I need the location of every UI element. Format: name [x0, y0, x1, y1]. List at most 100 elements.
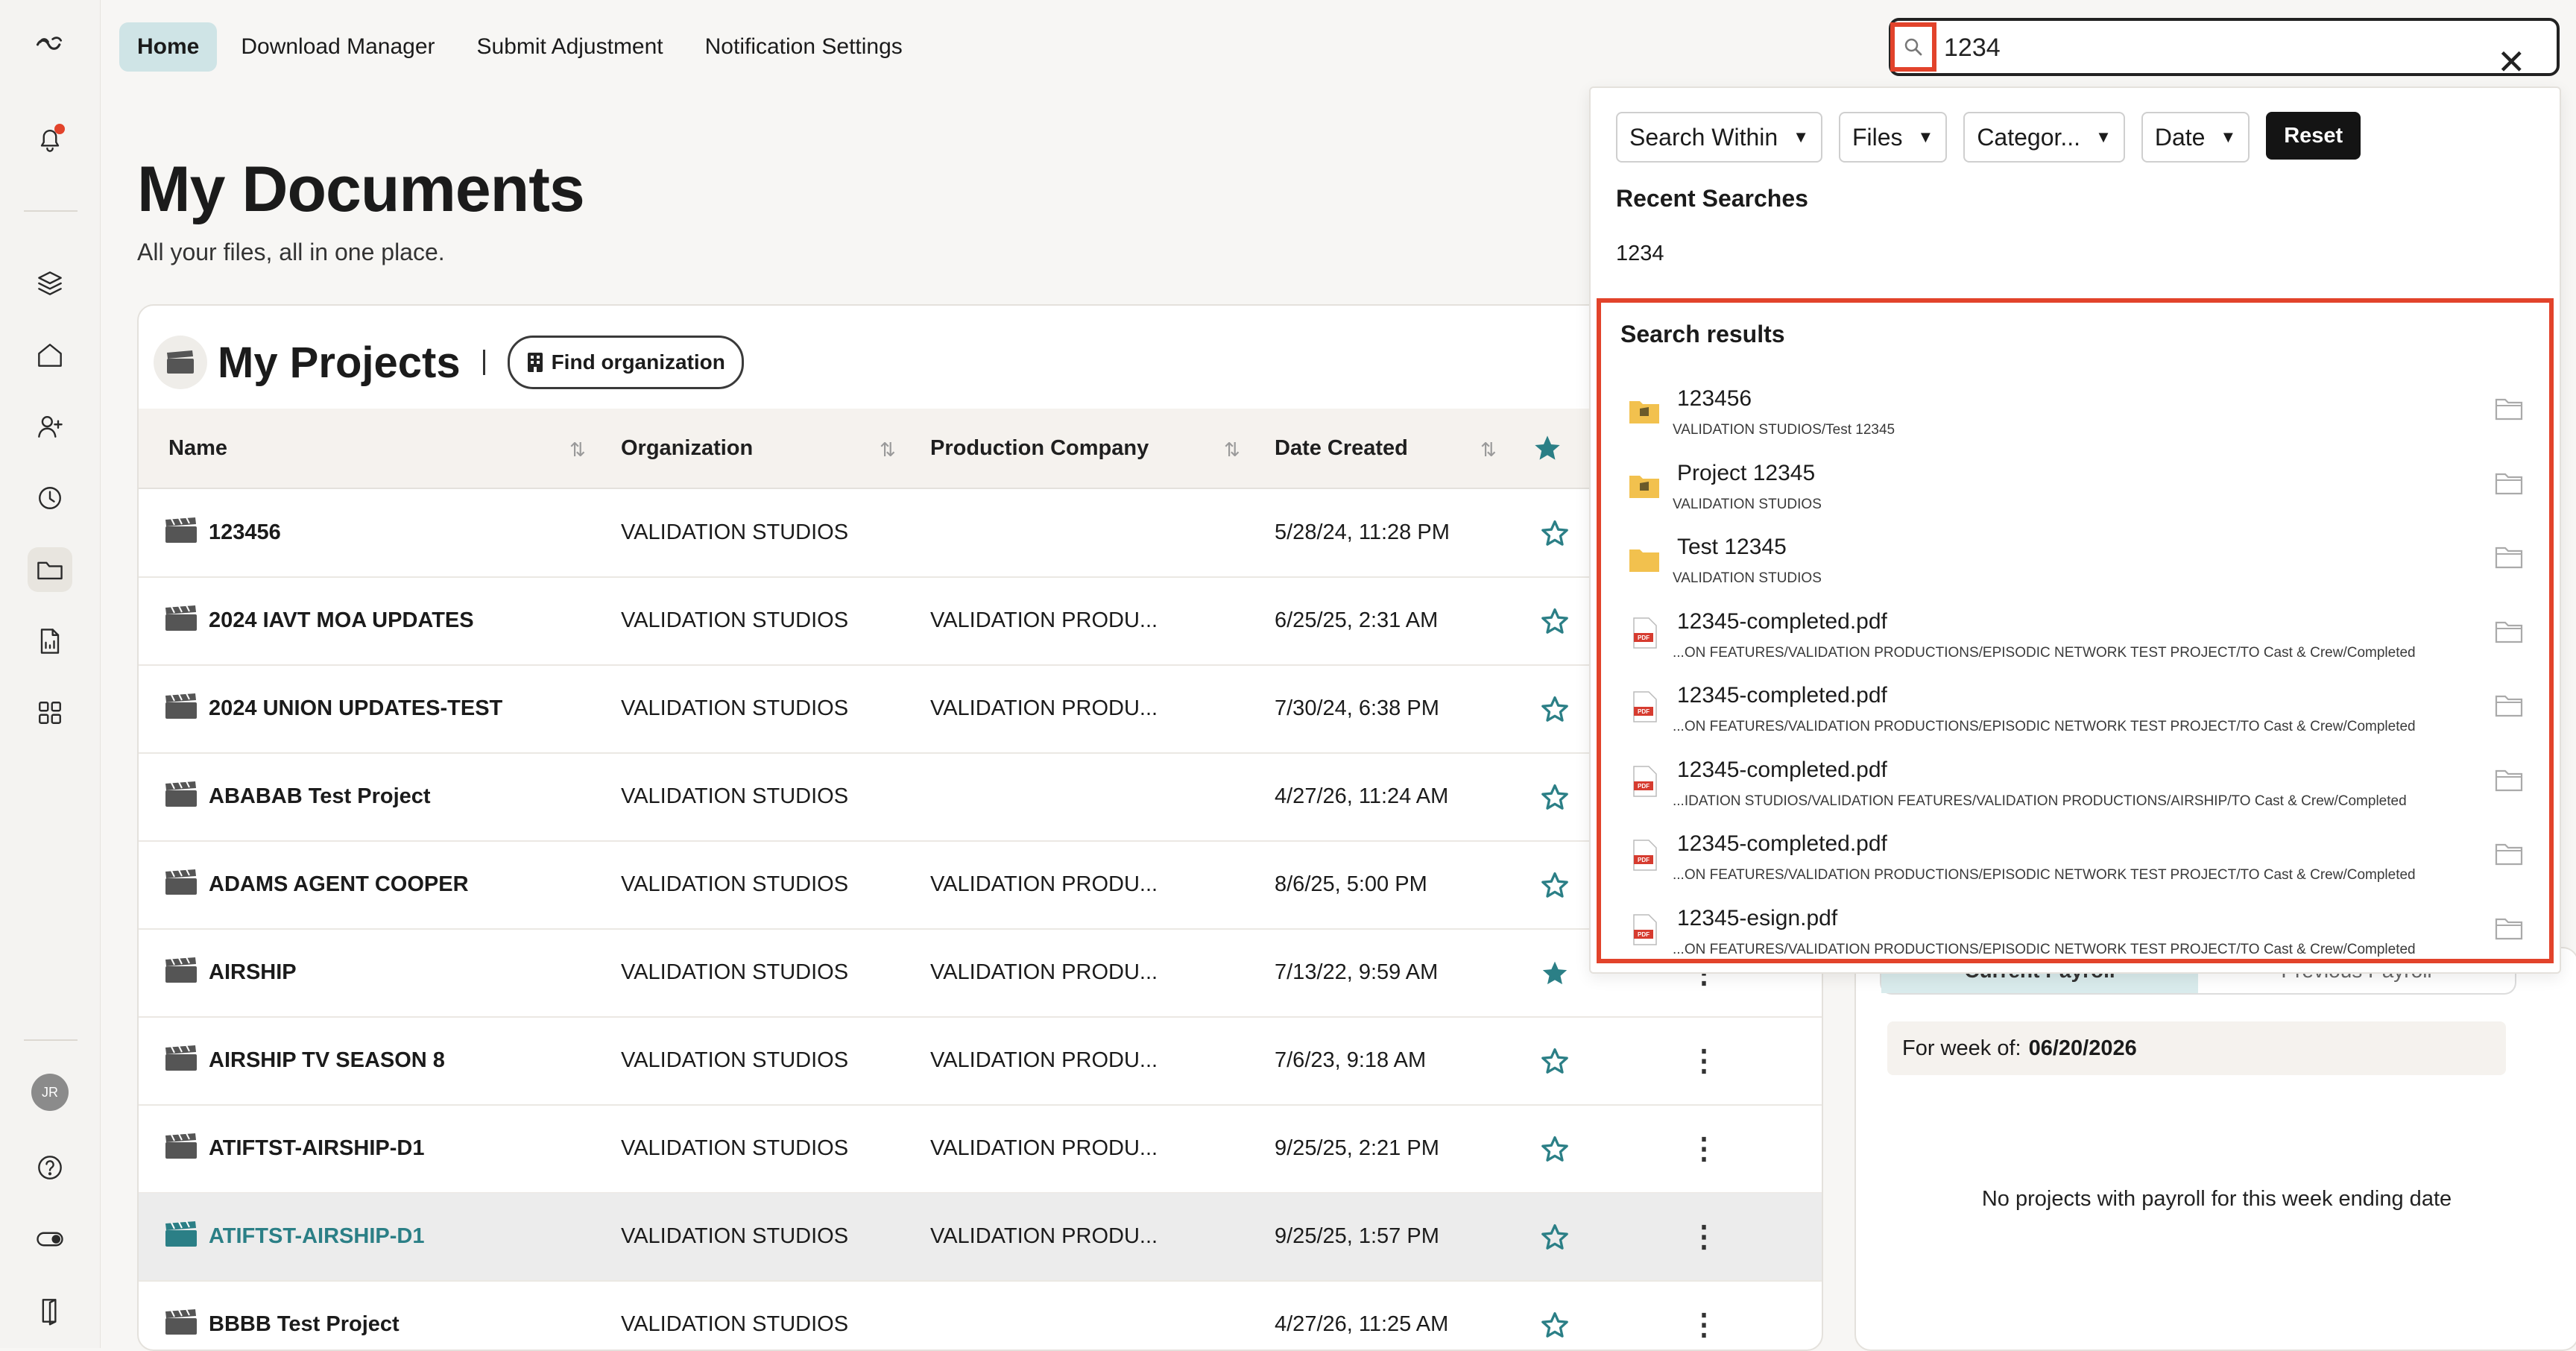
project-name[interactable]: ABABAB Test Project: [209, 784, 431, 809]
sort-icon[interactable]: ⇅: [1224, 438, 1240, 462]
reset-button[interactable]: Reset: [2266, 112, 2361, 160]
more-options-icon[interactable]: ⋮: [1689, 1105, 1719, 1192]
search-result-item[interactable]: Project 12345 VALIDATION STUDIOS: [1601, 455, 2549, 529]
search-result-item[interactable]: PDF 12345-completed.pdf ...IDATION STUDI…: [1601, 752, 2549, 826]
open-folder-icon[interactable]: [2494, 395, 2524, 422]
open-folder-icon[interactable]: [2494, 692, 2524, 719]
table-row[interactable]: AIRSHIP TV SEASON 8 VALIDATION STUDIOS V…: [139, 1017, 1822, 1106]
project-name[interactable]: 2024 IAVT MOA UPDATES: [209, 608, 474, 633]
search-result-item[interactable]: PDF 12345-completed.pdf ...ON FEATURES/V…: [1601, 603, 2549, 678]
table-row[interactable]: AIRSHIP VALIDATION STUDIOS VALIDATION PR…: [139, 929, 1822, 1018]
project-name-cell[interactable]: ABABAB Test Project: [164, 753, 431, 840]
column-name[interactable]: Name: [168, 409, 227, 488]
project-name-cell[interactable]: ADAMS AGENT COOPER: [164, 841, 469, 928]
project-name-cell[interactable]: 2024 UNION UPDATES-TEST: [164, 665, 502, 752]
project-name-cell[interactable]: ATIFTST-AIRSHIP-D1: [164, 1105, 424, 1192]
filter-date[interactable]: Date ▼: [2141, 112, 2250, 163]
open-folder-icon[interactable]: [2494, 840, 2524, 867]
close-icon[interactable]: ✕: [2497, 45, 2526, 79]
recent-search-item[interactable]: 1234: [1616, 242, 1664, 266]
star-icon[interactable]: [1540, 1193, 1570, 1280]
search-result-item[interactable]: PDF 12345-completed.pdf ...ON FEATURES/V…: [1601, 677, 2549, 752]
tab-notification-settings[interactable]: Notification Settings: [687, 22, 921, 72]
document-icon[interactable]: [28, 619, 72, 664]
layers-icon[interactable]: [28, 261, 72, 306]
result-title[interactable]: Test 12345: [1677, 535, 1787, 560]
project-name-cell[interactable]: AIRSHIP TV SEASON 8: [164, 1017, 445, 1104]
result-title[interactable]: 12345-completed.pdf: [1677, 683, 1887, 708]
result-title[interactable]: 12345-completed.pdf: [1677, 609, 1887, 634]
project-name[interactable]: ADAMS AGENT COOPER: [209, 872, 469, 897]
result-title[interactable]: Project 12345: [1677, 461, 1815, 486]
apps-icon[interactable]: [28, 690, 72, 735]
filter-files[interactable]: Files ▼: [1838, 112, 1948, 163]
sort-icon[interactable]: ⇅: [569, 438, 586, 462]
result-title[interactable]: 12345-completed.pdf: [1677, 758, 1887, 783]
clock-icon[interactable]: [28, 476, 72, 520]
star-filled-icon[interactable]: [1540, 929, 1570, 1016]
result-title[interactable]: 12345-completed.pdf: [1677, 831, 1887, 857]
star-icon[interactable]: [1540, 841, 1570, 928]
open-folder-icon[interactable]: [2494, 544, 2524, 570]
project-name[interactable]: ATIFTST-AIRSHIP-D1: [209, 1224, 424, 1249]
star-icon[interactable]: [1540, 577, 1570, 664]
filter-category[interactable]: Categor... ▼: [1963, 112, 2125, 163]
star-icon[interactable]: [1540, 753, 1570, 840]
project-name[interactable]: BBBB Test Project: [209, 1312, 400, 1337]
table-row[interactable]: ATIFTST-AIRSHIP-D1 VALIDATION STUDIOS VA…: [139, 1193, 1822, 1282]
open-folder-icon[interactable]: [2494, 915, 2524, 942]
tab-submit-adjustment[interactable]: Submit Adjustment: [459, 22, 681, 72]
toggle-icon[interactable]: [28, 1217, 72, 1262]
project-name[interactable]: 123456: [209, 520, 281, 545]
add-user-icon[interactable]: [28, 404, 72, 449]
table-row[interactable]: ABABAB Test Project VALIDATION STUDIOS 4…: [139, 753, 1822, 842]
sort-icon[interactable]: ⇅: [880, 438, 896, 462]
table-row[interactable]: ADAMS AGENT COOPER VALIDATION STUDIOS VA…: [139, 841, 1822, 930]
column-organization[interactable]: Organization: [621, 409, 753, 488]
table-row[interactable]: 123456 VALIDATION STUDIOS 5/28/24, 11:28…: [139, 489, 1822, 578]
more-options-icon[interactable]: ⋮: [1689, 1193, 1719, 1280]
project-name[interactable]: 2024 UNION UPDATES-TEST: [209, 696, 502, 721]
folder-icon[interactable]: [28, 547, 72, 592]
search-result-item[interactable]: Test 12345 VALIDATION STUDIOS: [1601, 529, 2549, 603]
table-row[interactable]: 2024 IAVT MOA UPDATES VALIDATION STUDIOS…: [139, 577, 1822, 666]
project-name-cell[interactable]: BBBB Test Project: [164, 1281, 400, 1350]
project-name[interactable]: ATIFTST-AIRSHIP-D1: [209, 1136, 424, 1161]
star-icon[interactable]: [1540, 665, 1570, 752]
project-name-cell[interactable]: 2024 IAVT MOA UPDATES: [164, 577, 474, 664]
table-row[interactable]: BBBB Test Project VALIDATION STUDIOS 4/2…: [139, 1281, 1822, 1350]
project-name[interactable]: AIRSHIP: [209, 960, 297, 985]
table-row[interactable]: ATIFTST-AIRSHIP-D1 VALIDATION STUDIOS VA…: [139, 1105, 1822, 1194]
tab-download-manager[interactable]: Download Manager: [223, 22, 452, 72]
project-name-cell[interactable]: AIRSHIP: [164, 929, 297, 1016]
star-icon[interactable]: [1540, 1105, 1570, 1192]
logo-icon[interactable]: [28, 21, 72, 66]
project-name-cell[interactable]: ATIFTST-AIRSHIP-D1: [164, 1193, 424, 1280]
exit-icon[interactable]: [28, 1288, 72, 1333]
table-row[interactable]: 2024 UNION UPDATES-TEST VALIDATION STUDI…: [139, 665, 1822, 754]
home-icon[interactable]: [28, 333, 72, 377]
open-folder-icon[interactable]: [2494, 470, 2524, 497]
open-folder-icon[interactable]: [2494, 618, 2524, 645]
search-icon[interactable]: [1890, 22, 1936, 72]
star-icon[interactable]: [1540, 1017, 1570, 1104]
open-folder-icon[interactable]: [2494, 766, 2524, 793]
find-organization-button[interactable]: Find organization: [507, 336, 744, 389]
favorite-column-star-icon[interactable]: [1532, 409, 1562, 488]
search-input[interactable]: [1942, 27, 2482, 69]
result-title[interactable]: 123456: [1677, 386, 1752, 412]
star-icon[interactable]: [1540, 489, 1570, 576]
bell-icon[interactable]: [28, 118, 72, 163]
result-title[interactable]: 12345-esign.pdf: [1677, 906, 1837, 931]
more-options-icon[interactable]: ⋮: [1689, 1017, 1719, 1104]
avatar[interactable]: JR: [31, 1074, 69, 1111]
column-production-company[interactable]: Production Company: [930, 409, 1149, 488]
search-result-item[interactable]: PDF 12345-esign.pdf ...ON FEATURES/VALID…: [1601, 900, 2549, 960]
sort-icon[interactable]: ⇅: [1480, 438, 1497, 462]
search-result-item[interactable]: PDF 12345-completed.pdf ...ON FEATURES/V…: [1601, 825, 2549, 900]
filter-search-within[interactable]: Search Within ▼: [1616, 112, 1822, 163]
project-name-cell[interactable]: 123456: [164, 489, 281, 576]
search-result-item[interactable]: 123456 VALIDATION STUDIOS/Test 12345: [1601, 380, 2549, 455]
project-name[interactable]: AIRSHIP TV SEASON 8: [209, 1048, 445, 1073]
star-icon[interactable]: [1540, 1281, 1570, 1350]
